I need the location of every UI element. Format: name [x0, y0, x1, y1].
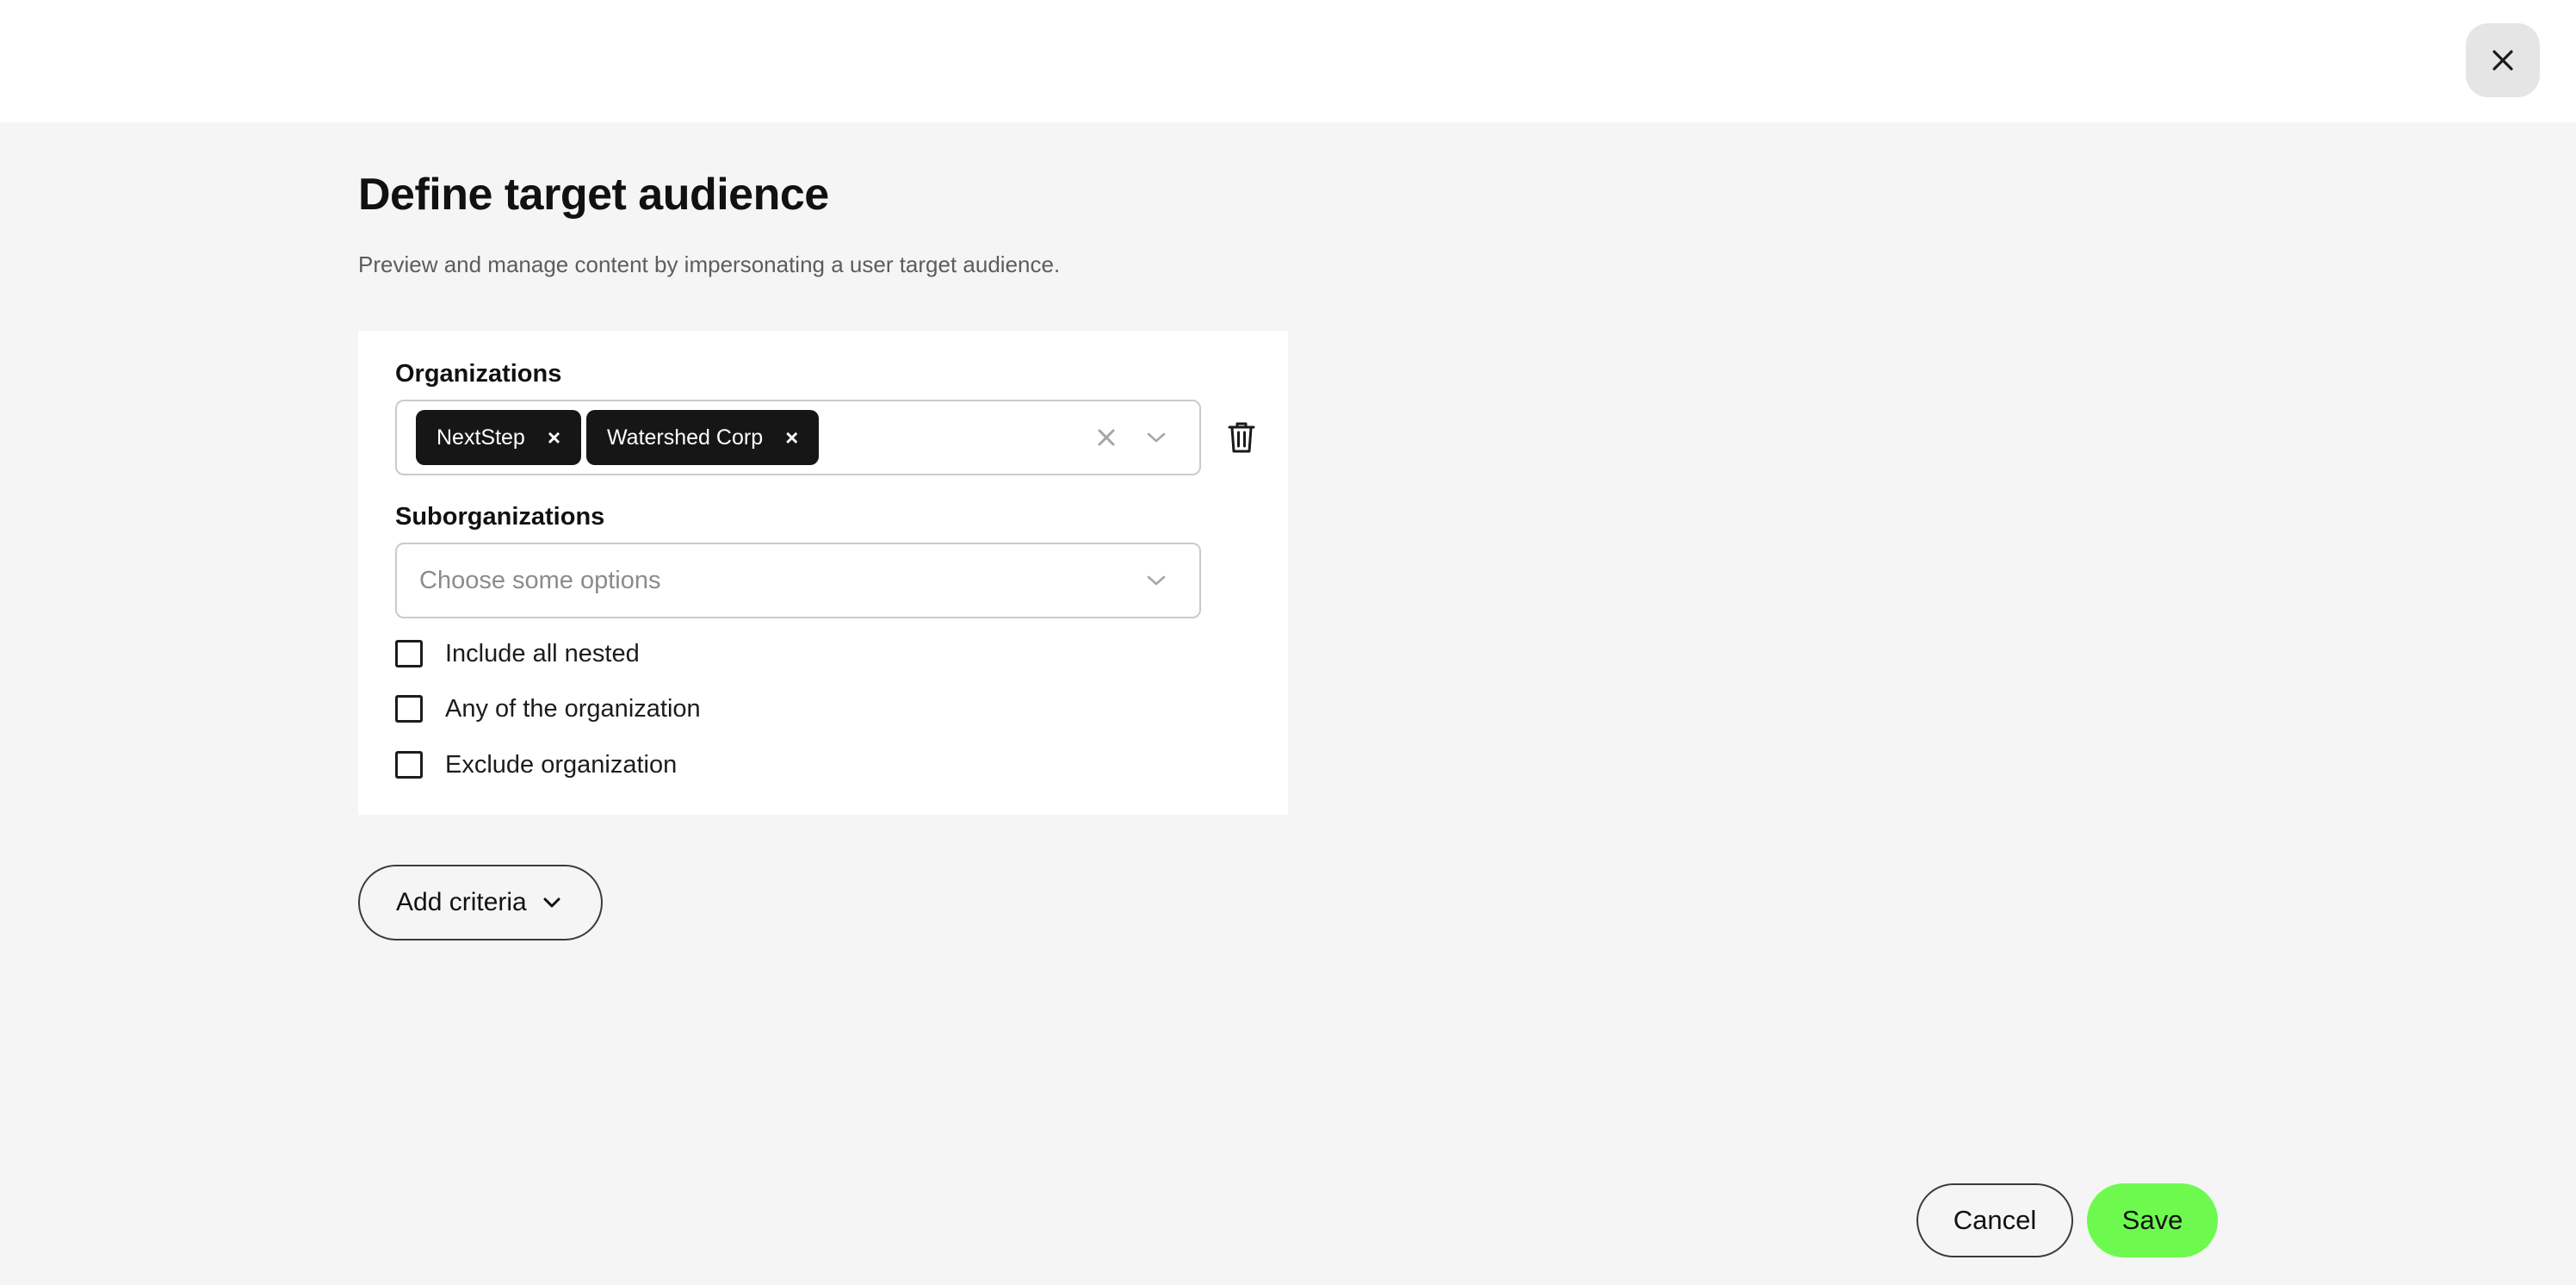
- suborganizations-select[interactable]: Choose some options: [395, 543, 1201, 618]
- cancel-label: Cancel: [1953, 1205, 2037, 1235]
- chip-remove-icon[interactable]: ×: [548, 425, 560, 451]
- option-label: Any of the organization: [445, 694, 701, 723]
- save-label: Save: [2121, 1205, 2183, 1235]
- close-icon: [2492, 50, 2513, 71]
- organizations-select[interactable]: NextStep × Watershed Corp ×: [395, 400, 1201, 475]
- criteria-card: Organizations NextStep × Watershed Corp …: [358, 331, 1288, 815]
- include-all-nested-checkbox[interactable]: [395, 640, 423, 667]
- any-of-organization-option[interactable]: Any of the organization: [395, 692, 701, 726]
- top-bar: [0, 0, 2576, 122]
- any-of-organization-checkbox[interactable]: [395, 695, 423, 723]
- organizations-label: Organizations: [395, 360, 562, 388]
- close-button[interactable]: [2466, 23, 2540, 97]
- include-all-nested-option[interactable]: Include all nested: [395, 636, 640, 671]
- chevron-down-icon[interactable]: [1142, 567, 1170, 594]
- suborganizations-placeholder: Choose some options: [419, 566, 661, 594]
- cancel-button[interactable]: Cancel: [1917, 1183, 2073, 1257]
- chip-label: Watershed Corp: [607, 425, 764, 450]
- selected-chip: NextStep ×: [416, 410, 582, 465]
- chip-remove-icon[interactable]: ×: [785, 425, 798, 451]
- selected-chip: Watershed Corp ×: [586, 410, 820, 465]
- option-label: Include all nested: [445, 639, 640, 667]
- chip-label: NextStep: [437, 425, 525, 450]
- chevron-down-icon: [542, 897, 561, 909]
- page-subtitle: Preview and manage content by impersonat…: [358, 251, 1061, 277]
- exclude-organization-checkbox[interactable]: [395, 751, 423, 779]
- chevron-down-icon[interactable]: [1142, 424, 1170, 451]
- add-criteria-button[interactable]: Add criteria: [358, 865, 603, 940]
- add-criteria-label: Add criteria: [396, 888, 527, 916]
- option-label: Exclude organization: [445, 750, 678, 779]
- suborganizations-label: Suborganizations: [395, 503, 605, 531]
- trash-icon[interactable]: [1223, 419, 1260, 456]
- exclude-organization-option[interactable]: Exclude organization: [395, 748, 677, 782]
- clear-icon[interactable]: [1093, 424, 1120, 451]
- save-button[interactable]: Save: [2087, 1183, 2218, 1257]
- page-title: Define target audience: [358, 170, 829, 220]
